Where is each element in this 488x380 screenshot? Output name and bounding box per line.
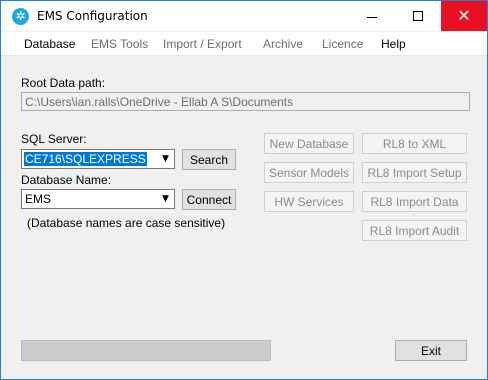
database-name-combo[interactable]: EMS ▼ (21, 189, 175, 209)
menu-help[interactable]: Help (381, 37, 406, 51)
menu-bar: Database EMS Tools Import / Export Archi… (1, 32, 487, 56)
search-button[interactable]: Search (182, 149, 236, 170)
rl8-import-data-button[interactable]: RL8 Import Data (362, 191, 467, 212)
menu-licence[interactable]: Licence (322, 37, 363, 51)
maximize-button[interactable] (395, 1, 441, 31)
hw-services-button[interactable]: HW Services (264, 191, 354, 212)
menu-import-export[interactable]: Import / Export (163, 37, 242, 51)
root-path-field: C:\Users\ian.ralls\OneDrive - Ellab A S\… (21, 92, 470, 111)
sensor-models-button[interactable]: Sensor Models (264, 162, 354, 183)
database-name-label: Database Name: (21, 173, 112, 187)
new-database-button[interactable]: New Database (264, 133, 354, 154)
menu-ems-tools[interactable]: EMS Tools (91, 37, 148, 51)
maximize-icon (413, 11, 423, 21)
chevron-down-icon[interactable]: ▼ (157, 190, 174, 208)
minimize-icon (367, 16, 377, 18)
sql-server-value[interactable]: CE716\SQLEXPRESS (24, 152, 147, 166)
window-title: EMS Configuration (37, 9, 148, 23)
minimize-button[interactable] (349, 1, 395, 31)
rl8-import-setup-button[interactable]: RL8 Import Setup (362, 162, 467, 183)
rl8-import-audit-button[interactable]: RL8 Import Audit (362, 220, 467, 241)
menu-archive[interactable]: Archive (263, 37, 303, 51)
ems-configuration-window: ✲ EMS Configuration ✕ Database EMS Tools… (0, 0, 488, 380)
progress-bar (21, 340, 271, 361)
exit-button[interactable]: Exit (395, 340, 467, 361)
chevron-down-icon[interactable]: ▼ (157, 150, 174, 168)
menu-database[interactable]: Database (24, 37, 75, 51)
connect-button[interactable]: Connect (182, 189, 236, 210)
database-name-value[interactable]: EMS (24, 192, 52, 206)
close-icon: ✕ (457, 6, 471, 25)
sql-server-combo[interactable]: CE716\SQLEXPRESS ▼ (21, 149, 175, 169)
rl8-to-xml-button[interactable]: RL8 to XML (362, 133, 467, 154)
app-gear-icon: ✲ (12, 8, 29, 25)
title-bar[interactable]: ✲ EMS Configuration ✕ (1, 1, 487, 31)
root-path-label: Root Data path: (21, 76, 106, 90)
sql-server-label: SQL Server: (21, 132, 87, 146)
case-sensitive-note: (Database names are case sensitive) (27, 216, 226, 230)
close-button[interactable]: ✕ (441, 1, 487, 31)
